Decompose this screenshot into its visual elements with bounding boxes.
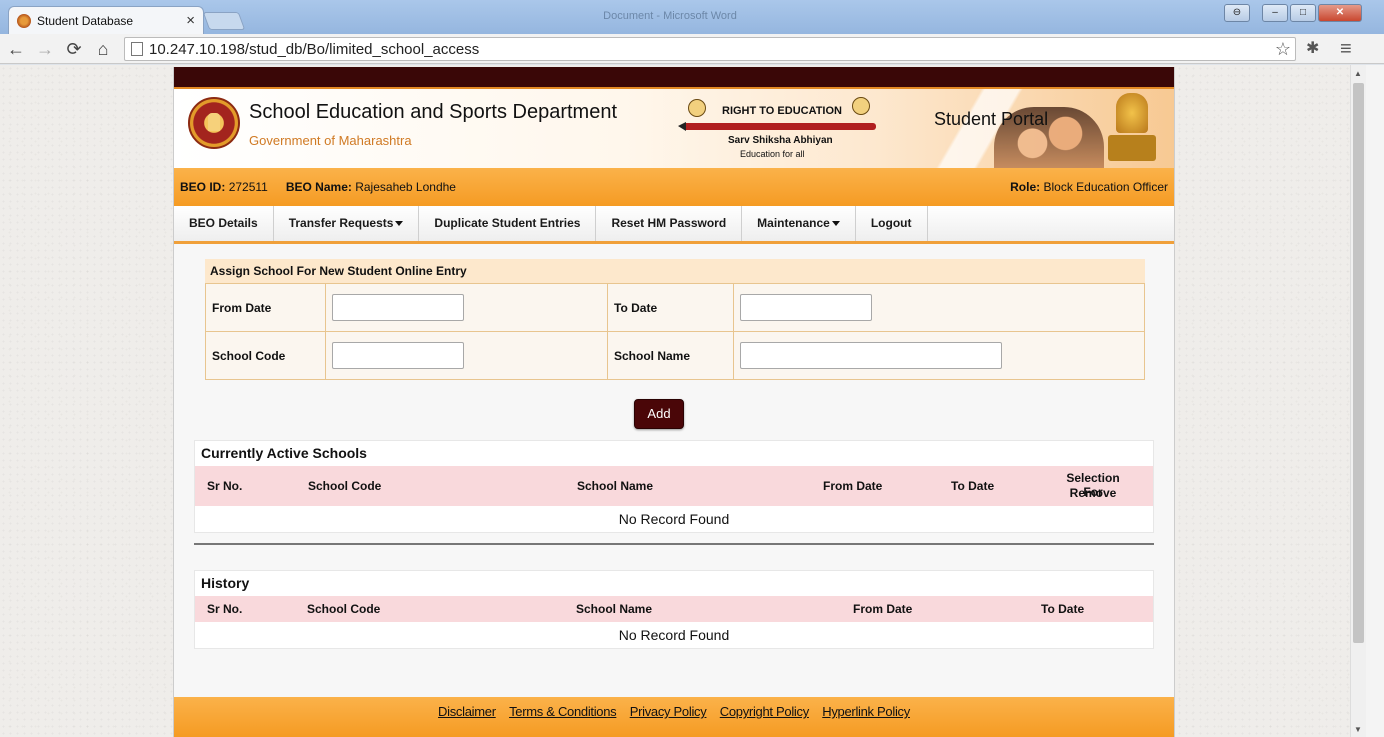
footer-link-privacy[interactable]: Privacy Policy <box>630 704 707 719</box>
top-strip <box>174 67 1174 87</box>
history-header: Sr No. School Code School Name From Date… <box>195 596 1153 622</box>
page-icon <box>131 42 143 56</box>
col-sr-no: Sr No. <box>207 479 243 493</box>
child-figure-icon <box>852 97 870 115</box>
browser-menu-icon[interactable]: ≡ <box>1340 38 1352 60</box>
history-section: History Sr No. School Code School Name F… <box>194 570 1154 649</box>
beo-name: BEO Name: Rajesaheb Londhe <box>285 180 456 194</box>
active-schools-title: Currently Active Schools <box>201 445 367 461</box>
menu-beo-details[interactable]: BEO Details <box>174 206 274 241</box>
col-from-date: From Date <box>823 479 883 493</box>
menu-transfer-requests[interactable]: Transfer Requests <box>274 206 420 241</box>
window-title: Document - Microsoft Word <box>603 10 737 22</box>
scroll-thumb[interactable] <box>1353 83 1364 643</box>
scroll-up-icon[interactable]: ▲ <box>1354 69 1362 78</box>
from-date-input[interactable] <box>332 294 464 321</box>
school-name-input[interactable] <box>740 342 1002 369</box>
url-text[interactable]: 10.247.10.198/stud_db/Bo/limited_school_… <box>149 41 479 58</box>
col-to-date: To Date <box>951 479 995 493</box>
site-container: School Education and Sports Department G… <box>173 67 1175 737</box>
col-school-code: School Code <box>308 479 382 493</box>
form-table: From Date To Date School Code School Nam… <box>205 283 1145 380</box>
dropdown-caret-icon <box>831 221 840 227</box>
footer-link-disclaimer[interactable]: Disclaimer <box>438 704 496 719</box>
new-tab-button[interactable] <box>202 12 246 30</box>
window-titlebar: Student Database × Document - Microsoft … <box>0 0 1384 34</box>
reload-icon[interactable]: ⟳ <box>63 38 85 60</box>
site-favicon-icon <box>17 13 31 28</box>
menu-maintenance[interactable]: Maintenance <box>742 206 856 241</box>
forward-icon[interactable]: → <box>34 38 56 60</box>
site-header: School Education and Sports Department G… <box>174 87 1174 168</box>
section-divider <box>194 543 1154 545</box>
user-profile-button[interactable]: ⊖ <box>1224 4 1250 22</box>
browser-tab[interactable]: Student Database × <box>8 6 204 34</box>
menu-reset-hm-password[interactable]: Reset HM Password <box>596 206 743 241</box>
footer-link-hyperlink[interactable]: Hyperlink Policy <box>822 704 910 719</box>
user-info-bar: BEO ID: 272511 BEO Name: Rajesaheb Londh… <box>174 168 1174 206</box>
back-icon[interactable]: ← <box>5 38 27 60</box>
col-school-name: School Name <box>577 479 654 493</box>
active-schools-section: Currently Active Schools Sr No. School C… <box>194 440 1154 533</box>
window-edge <box>1366 65 1384 737</box>
tab-title: Student Database <box>37 13 134 28</box>
minimize-button[interactable]: – <box>1262 4 1288 22</box>
rte-subtitle: Sarv Shiksha Abhiyan <box>728 135 833 146</box>
school-code-label: School Code <box>205 331 326 380</box>
national-emblem-icon <box>1104 93 1160 167</box>
dropdown-caret-icon <box>395 221 404 227</box>
portal-title: Student Portal <box>934 109 1049 129</box>
no-record-text: No Record Found <box>618 511 730 527</box>
col-school-code: School Code <box>307 602 381 616</box>
col-from-date: From Date <box>853 602 913 616</box>
from-date-label: From Date <box>205 283 326 332</box>
beo-id: BEO ID: 272511 <box>180 180 268 194</box>
rte-title: RIGHT TO EDUCATION <box>722 105 842 117</box>
to-date-input[interactable] <box>740 294 872 321</box>
extensions-icon[interactable]: ✱ <box>1306 38 1319 60</box>
to-date-label: To Date <box>607 283 734 332</box>
col-to-date: To Date <box>1041 602 1085 616</box>
maharashtra-emblem-icon <box>188 97 240 149</box>
no-record-text: No Record Found <box>618 627 730 643</box>
user-role: Role: Block Education Officer <box>1010 180 1168 194</box>
vertical-scrollbar[interactable]: ▲ ▼ <box>1350 65 1366 737</box>
rte-tagline: Education for all <box>740 149 805 159</box>
school-code-input[interactable] <box>332 342 464 369</box>
home-icon[interactable]: ⌂ <box>92 38 114 60</box>
bookmark-star-icon[interactable]: ☆ <box>1275 38 1291 60</box>
active-schools-header: Sr No. School Code School Name From Date… <box>195 466 1153 506</box>
assign-school-form: Assign School For New Student Online Ent… <box>205 259 1145 380</box>
footer-link-copyright[interactable]: Copyright Policy <box>720 704 809 719</box>
school-name-label: School Name <box>607 331 734 380</box>
department-subtitle: Government of Maharashtra <box>249 133 412 148</box>
footer-link-terms[interactable]: Terms & Conditions <box>509 704 617 719</box>
form-heading: Assign School For New Student Online Ent… <box>205 259 1145 283</box>
child-figure-icon <box>688 99 706 117</box>
rte-logo: RIGHT TO EDUCATION Sarv Shiksha Abhiyan … <box>678 93 880 163</box>
maximize-button[interactable]: □ <box>1290 4 1316 22</box>
history-title: History <box>201 575 250 591</box>
col-sr-no: Sr No. <box>207 602 243 616</box>
menu-logout[interactable]: Logout <box>856 206 928 241</box>
close-tab-icon[interactable]: × <box>186 13 195 28</box>
address-bar[interactable]: 10.247.10.198/stud_db/Bo/limited_school_… <box>124 37 1296 61</box>
department-title: School Education and Sports Department <box>249 101 617 123</box>
close-window-button[interactable]: ✕ <box>1318 4 1362 22</box>
pencil-icon <box>678 122 876 131</box>
main-menu: BEO Details Transfer Requests Duplicate … <box>174 206 1174 244</box>
window-controls: ⊖ – □ ✕ <box>1224 4 1362 22</box>
col-school-name: School Name <box>576 602 653 616</box>
add-button[interactable]: Add <box>634 399 684 429</box>
col-remove: Remove <box>1069 486 1117 500</box>
browser-toolbar: ← → ⟳ ⌂ 10.247.10.198/stud_db/Bo/limited… <box>0 34 1384 64</box>
scroll-down-icon[interactable]: ▼ <box>1354 725 1362 734</box>
site-footer: Disclaimer Terms & Conditions Privacy Po… <box>174 697 1174 737</box>
menu-duplicate-student-entries[interactable]: Duplicate Student Entries <box>419 206 597 241</box>
